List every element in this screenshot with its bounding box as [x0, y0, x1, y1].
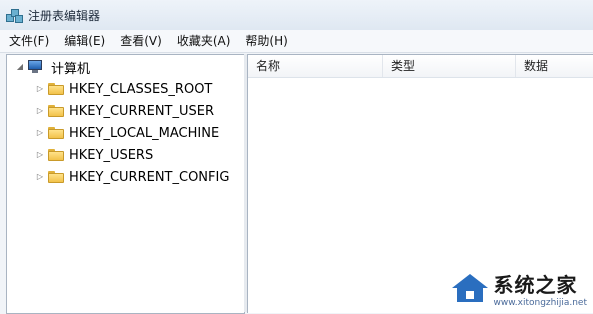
registry-tree[interactable]: ◢ 计算机 ▷ HKEY_CLASSES_ROOT ▷ HKEY_CURRENT…: [6, 54, 245, 314]
tree-item-label: HKEY_CLASSES_ROOT: [69, 81, 213, 97]
folder-icon: [48, 149, 64, 161]
menu-favorites[interactable]: 收藏夹(A): [171, 30, 237, 52]
expand-arrow-icon[interactable]: ▷: [35, 84, 45, 94]
tree-item-hkey-current-config[interactable]: ▷ HKEY_CURRENT_CONFIG: [35, 167, 230, 187]
watermark-text: 系统之家: [493, 273, 578, 297]
menu-view[interactable]: 查看(V): [114, 30, 168, 52]
tree-item-hkey-local-machine[interactable]: ▷ HKEY_LOCAL_MACHINE: [35, 123, 219, 143]
folder-icon: [48, 171, 64, 183]
column-header-row: 名称 类型 数据: [248, 55, 593, 78]
expand-arrow-icon[interactable]: ▷: [35, 128, 45, 138]
tree-item-label: HKEY_LOCAL_MACHINE: [69, 125, 220, 141]
menu-file[interactable]: 文件(F): [3, 30, 55, 52]
computer-icon: [27, 60, 45, 74]
house-logo-icon: [450, 273, 490, 304]
window-title: 注册表编辑器: [28, 8, 101, 23]
folder-icon: [48, 127, 64, 139]
regedit-app-icon: [6, 7, 23, 23]
column-header-name[interactable]: 名称: [248, 55, 383, 77]
menu-edit[interactable]: 编辑(E): [58, 30, 111, 52]
expand-arrow-icon[interactable]: ▷: [35, 172, 45, 182]
column-header-data[interactable]: 数据: [516, 55, 593, 77]
collapse-arrow-icon[interactable]: ◢: [15, 62, 25, 72]
tree-item-computer[interactable]: ◢ 计算机: [15, 57, 90, 77]
watermark-url: www.xitongzhijia.net: [493, 298, 587, 308]
folder-icon: [48, 83, 64, 95]
menu-help[interactable]: 帮助(H): [239, 30, 293, 52]
site-watermark: 系统之家 www.xitongzhijia.net: [450, 269, 587, 308]
tree-item-label: 计算机: [51, 61, 91, 77]
tree-item-label: HKEY_CURRENT_CONFIG: [69, 169, 230, 185]
tree-item-hkey-classes-root[interactable]: ▷ HKEY_CLASSES_ROOT: [35, 79, 212, 99]
menu-bar: 文件(F) 编辑(E) 查看(V) 收藏夹(A) 帮助(H): [0, 30, 593, 53]
expand-arrow-icon[interactable]: ▷: [35, 106, 45, 116]
tree-item-label: HKEY_CURRENT_USER: [69, 103, 215, 119]
expand-arrow-icon[interactable]: ▷: [35, 150, 45, 160]
tree-item-label: HKEY_USERS: [69, 147, 154, 163]
tree-item-hkey-current-user[interactable]: ▷ HKEY_CURRENT_USER: [35, 101, 214, 121]
tree-item-hkey-users[interactable]: ▷ HKEY_USERS: [35, 145, 153, 165]
title-bar: 注册表编辑器: [0, 0, 593, 30]
folder-icon: [48, 105, 64, 117]
column-header-type[interactable]: 类型: [383, 55, 516, 77]
